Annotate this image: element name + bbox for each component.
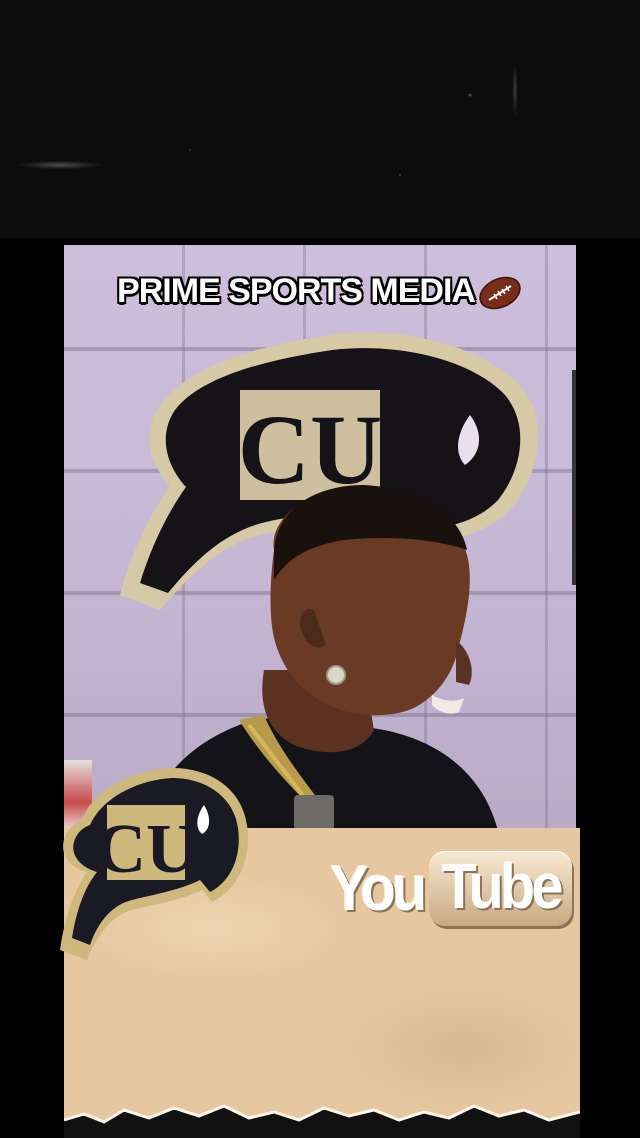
grunge-texture-header: [0, 0, 640, 245]
youtube-logo: You Tube: [330, 848, 572, 928]
youtube-logo-tube: Tube: [441, 850, 563, 922]
football-icon: [479, 276, 521, 310]
sticker-logo-letters: CU: [95, 811, 196, 888]
torn-paper-edge: [64, 1104, 580, 1138]
cu-buffalo-sticker: CU: [60, 768, 248, 960]
youtube-logo-tube-badge: Tube: [429, 850, 572, 926]
youtube-logo-you: You: [330, 852, 427, 924]
watermark-text: PRIME SPORTS MEDIA: [117, 272, 476, 310]
prime-sports-media-watermark: PRIME SPORTS MEDIA: [0, 272, 640, 313]
